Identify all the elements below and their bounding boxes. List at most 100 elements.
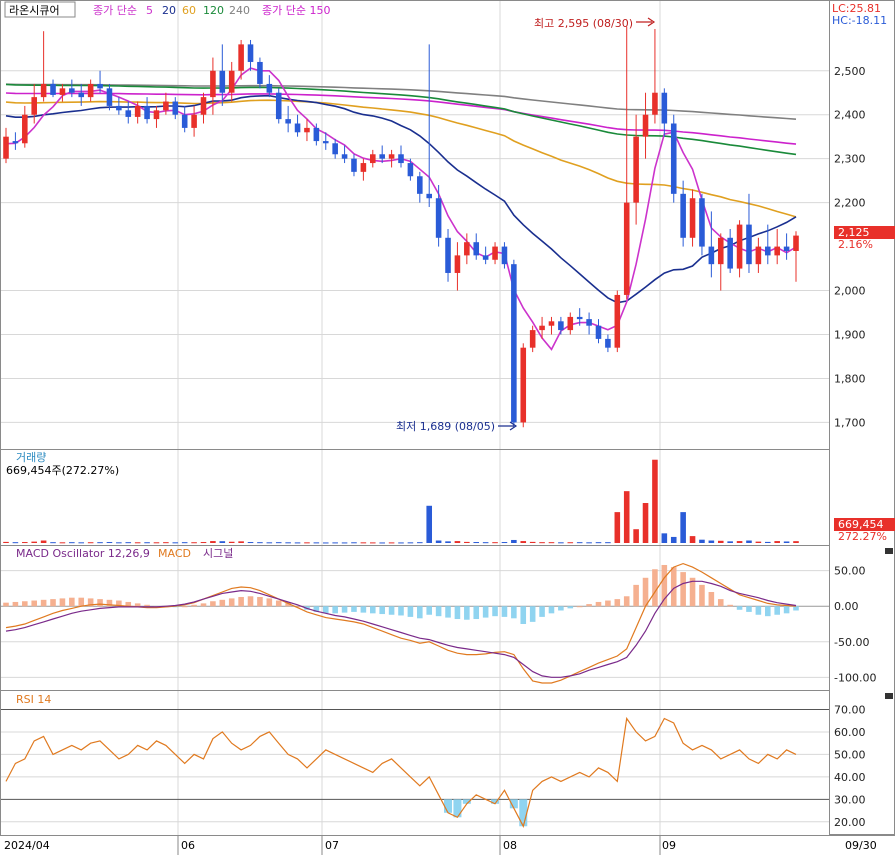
oscillator-bar [746,606,752,612]
oscillator-bar [680,572,686,607]
signal-line [5,580,797,678]
oscillator-bar [332,606,338,614]
candle-body [774,246,780,256]
candle-body [200,97,207,115]
oscillator-bar [464,606,470,620]
candle-body [661,92,668,124]
oscillator-bar [567,606,574,609]
oscillator-bar [219,599,226,607]
volume-bar [529,541,536,543]
volume-bar [322,542,329,544]
rsi-oversold-fill [519,799,528,827]
oscillator-bar [511,606,517,619]
volume-bar [78,542,85,544]
oscillator-bar [50,599,56,607]
volume-bar [163,542,169,544]
volume-bar [605,542,611,544]
volume-bar [228,541,235,543]
volume-bar [332,542,338,544]
panel-close-button [885,693,893,699]
oscillator-bar [774,606,780,615]
candle-body [755,246,762,265]
volume-bar [623,491,630,543]
volume-bar [116,542,122,544]
rsi-title: RSI 14 [16,693,51,706]
oscillator-bar [623,596,630,607]
volume-bar [501,542,508,544]
candle-body [341,154,348,159]
price-tick-label: 2,300 [834,153,866,166]
oscillator-bar [351,606,357,612]
oscillator-bar [473,606,480,620]
oscillator-bar [501,606,508,617]
volume-bar [417,542,423,544]
volume-bar [351,542,357,544]
oscillator-bar [144,604,150,607]
volume-bar [445,541,451,543]
oscillator-bar [736,606,743,610]
oscillator-bar [69,597,75,607]
price-tick-label: 2,500 [834,65,866,78]
candle-body [210,70,216,98]
candle-body [134,105,141,117]
volume-bar [783,541,790,543]
signal-title: 시그널 [203,547,233,560]
oscillator-bar [492,606,498,617]
volume-bar [304,542,310,544]
volume-bar [558,542,564,544]
candle-body [717,237,724,265]
candle-body [793,235,799,251]
candle-body [567,316,574,331]
volume-bar [191,542,197,544]
oscillator-bar [670,567,677,607]
price-tick-label: 1,800 [834,372,866,385]
candle-body [670,123,677,194]
macd-tick-label: -50.00 [834,636,869,649]
rsi-oversold-fill [453,799,462,818]
candle-body [680,193,686,238]
x-label-end: 09/30 [845,839,877,852]
volume-bar [106,542,113,544]
candle-body [153,110,160,120]
oscillator-bar [31,600,38,607]
volume-bar [661,533,668,543]
volume-bar [680,512,686,543]
oscillator-bar [783,606,790,614]
rsi-tick-label: 50.00 [834,748,866,761]
volume-bar [87,542,94,544]
volume-bar [275,542,282,544]
volume-bar [689,536,696,543]
candle-body [736,224,743,269]
volume-bar [736,541,743,543]
candle-body [59,88,66,95]
stock-chart: 2,500 2,400 2,300 2,200 2,000 1,900 1,800 1,700… [0,0,895,855]
volume-bar [746,540,752,543]
volume-bar [708,540,715,543]
ma-period-20: 20 [162,4,176,17]
candle-body [275,92,282,120]
candle-body [708,246,715,265]
candle-body [520,347,527,423]
candle-body [417,176,423,194]
candle-body [407,163,414,177]
oscillator-bar [379,606,385,615]
price-tick-label: 2,200 [834,197,866,210]
volume-bar [539,542,545,544]
candle-body [144,105,150,120]
volume-bar [285,542,291,544]
volume-bar [50,542,56,544]
volume-bar [12,542,19,544]
oscillator-bar [445,606,451,618]
candle-body [125,110,132,117]
candle-body [501,246,508,265]
oscillator-bar [642,577,649,607]
volume-pct: 272.27% [838,530,887,543]
candle-body [228,70,235,93]
volume-bar [793,541,799,543]
oscillator-bar [652,569,658,607]
candle-body [172,101,179,115]
rsi-oversold-fill [444,799,453,813]
candle-body [464,242,470,256]
volume-bar [482,542,489,544]
rsi-tick-label: 70.00 [834,703,866,716]
